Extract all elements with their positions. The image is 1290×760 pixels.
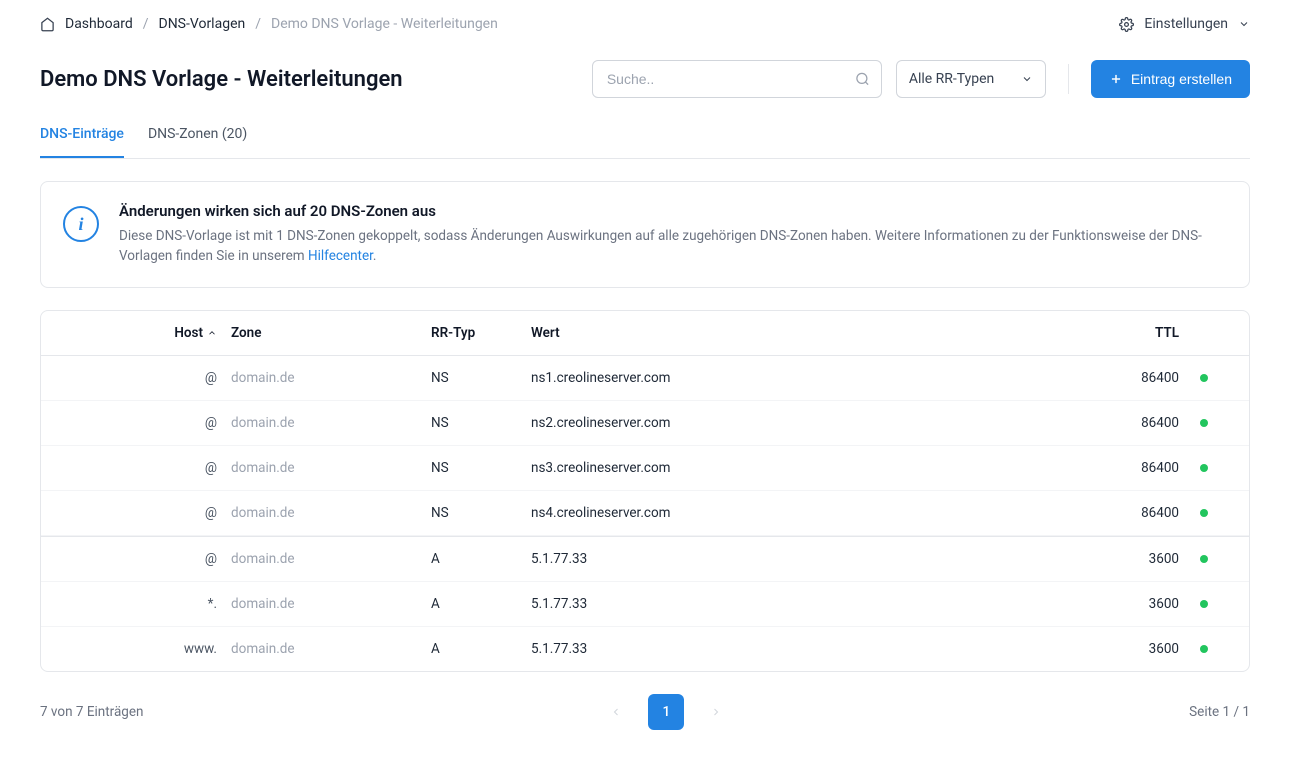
table-row[interactable]: @domain.deNSns4.creolineserver.com86400 [41,491,1249,536]
search-icon [855,72,870,87]
status-dot-icon [1200,509,1208,517]
cell-zone: domain.de [231,505,431,521]
table-row[interactable]: @domain.deNSns2.creolineserver.com86400 [41,401,1249,446]
create-entry-label: Eintrag erstellen [1131,71,1232,87]
cell-zone: domain.de [231,460,431,476]
dns-table: Host Zone RR-Typ Wert TTL @domain.deNSns… [40,310,1250,672]
info-card: i Änderungen wirken sich auf 20 DNS-Zone… [40,181,1250,288]
cell-rrtype: NS [431,460,531,476]
cell-zone: domain.de [231,370,431,386]
search-input[interactable] [592,60,882,98]
cell-wert: ns1.creolineserver.com [531,370,1059,386]
divider [1068,64,1069,94]
col-zone[interactable]: Zone [231,325,431,341]
cell-rrtype: A [431,551,531,567]
page-title: Demo DNS Vorlage - Weiterleitungen [40,67,403,92]
breadcrumb-sep: / [143,16,149,32]
settings-label: Einstellungen [1144,16,1228,32]
gear-icon [1119,17,1134,32]
tabs: DNS-Einträge DNS-Zonen (20) [40,126,1250,159]
table-row[interactable]: @domain.deNSns3.creolineserver.com86400 [41,446,1249,491]
breadcrumb: Dashboard / DNS-Vorlagen / Demo DNS Vorl… [40,16,498,32]
chevron-down-icon [1238,18,1250,30]
breadcrumb-sep: / [255,16,261,32]
cell-status [1179,374,1229,382]
home-icon[interactable] [40,17,55,32]
info-text: Diese DNS-Vorlage ist mit 1 DNS-Zonen ge… [119,226,1227,267]
info-title: Änderungen wirken sich auf 20 DNS-Zonen … [119,202,1227,220]
cell-host: @ [61,415,231,431]
col-wert[interactable]: Wert [531,325,1059,341]
cell-ttl: 3600 [1059,551,1179,567]
cell-zone: domain.de [231,641,431,657]
status-dot-icon [1200,419,1208,427]
cell-ttl: 86400 [1059,460,1179,476]
cell-host: *. [61,596,231,612]
prev-page-button[interactable] [598,694,634,730]
create-entry-button[interactable]: Eintrag erstellen [1091,60,1250,98]
status-dot-icon [1200,374,1208,382]
cell-rrtype: NS [431,415,531,431]
rr-type-filter[interactable]: Alle RR-Typen [896,60,1046,98]
breadcrumb-dns-vorlagen[interactable]: DNS-Vorlagen [159,16,246,32]
status-dot-icon [1200,645,1208,653]
cell-status [1179,464,1229,472]
col-rrtype[interactable]: RR-Typ [431,325,531,341]
cell-host: @ [61,505,231,521]
cell-ttl: 3600 [1059,596,1179,612]
info-icon: i [63,206,99,242]
status-dot-icon [1200,464,1208,472]
table-row[interactable]: www.domain.deA5.1.77.333600 [41,627,1249,671]
cell-wert: ns4.creolineserver.com [531,505,1059,521]
cell-wert: 5.1.77.33 [531,596,1059,612]
cell-wert: ns3.creolineserver.com [531,460,1059,476]
status-dot-icon [1200,600,1208,608]
chevron-down-icon [1021,73,1033,85]
cell-status [1179,419,1229,427]
cell-wert: ns2.creolineserver.com [531,415,1059,431]
cell-zone: domain.de [231,415,431,431]
entry-count: 7 von 7 Einträgen [40,704,144,720]
cell-zone: domain.de [231,596,431,612]
cell-wert: 5.1.77.33 [531,551,1059,567]
col-host[interactable]: Host [61,325,231,341]
breadcrumb-current: Demo DNS Vorlage - Weiterleitungen [271,16,498,32]
cell-status [1179,555,1229,563]
tab-dns-zonen[interactable]: DNS-Zonen (20) [148,126,247,158]
cell-host: @ [61,551,231,567]
cell-status [1179,509,1229,517]
cell-host: www. [61,641,231,657]
cell-zone: domain.de [231,551,431,567]
page-1-button[interactable]: 1 [648,694,684,730]
next-page-button[interactable] [698,694,734,730]
col-ttl[interactable]: TTL [1059,325,1179,341]
cell-ttl: 3600 [1059,641,1179,657]
pagination: 1 [598,694,734,730]
helpcenter-link[interactable]: Hilfecenter [308,248,373,264]
cell-ttl: 86400 [1059,370,1179,386]
tab-dns-eintraege[interactable]: DNS-Einträge [40,126,124,158]
cell-ttl: 86400 [1059,505,1179,521]
sort-asc-icon [207,328,217,338]
cell-rrtype: A [431,596,531,612]
table-row[interactable]: @domain.deNSns1.creolineserver.com86400 [41,356,1249,401]
status-dot-icon [1200,555,1208,563]
cell-rrtype: NS [431,505,531,521]
plus-icon [1109,72,1123,86]
rr-type-filter-label: Alle RR-Typen [909,71,994,87]
settings-menu[interactable]: Einstellungen [1119,16,1250,32]
cell-status [1179,600,1229,608]
cell-status [1179,645,1229,653]
cell-rrtype: A [431,641,531,657]
cell-host: @ [61,460,231,476]
cell-wert: 5.1.77.33 [531,641,1059,657]
table-row[interactable]: @domain.deA5.1.77.333600 [41,536,1249,582]
table-row[interactable]: *.domain.deA5.1.77.333600 [41,582,1249,627]
cell-rrtype: NS [431,370,531,386]
page-info: Seite 1 / 1 [1189,704,1250,720]
cell-host: @ [61,370,231,386]
breadcrumb-dashboard[interactable]: Dashboard [65,16,133,32]
cell-ttl: 86400 [1059,415,1179,431]
